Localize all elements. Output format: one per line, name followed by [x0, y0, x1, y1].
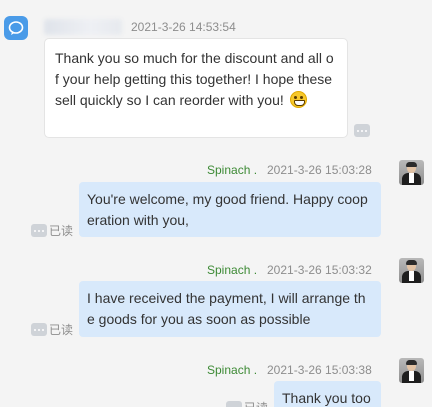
read-receipt: 已读: [226, 399, 268, 407]
incoming-message-bubble[interactable]: Thank you so much for the discount and a…: [44, 38, 348, 138]
outgoing-message-text: You're welcome, my good friend. Happy co…: [87, 191, 368, 228]
message-timestamp: 2021-3-26 15:03:32: [267, 263, 372, 277]
incoming-timestamp: 2021-3-26 14:53:54: [131, 20, 236, 34]
read-receipt: 已读: [31, 222, 73, 239]
sender-name: Spinach .: [207, 163, 258, 177]
outgoing-message-bubble[interactable]: I have received the payment, I will arra…: [79, 281, 381, 337]
read-receipt: 已读: [31, 321, 73, 338]
outgoing-message-text: I have received the payment, I will arra…: [87, 290, 366, 327]
seller-avatar[interactable]: [399, 258, 424, 283]
customer-name-redacted: [44, 19, 122, 35]
more-options-icon[interactable]: [354, 124, 370, 137]
seller-avatar[interactable]: [399, 358, 424, 383]
message-timestamp: 2021-3-26 15:03:28: [267, 163, 372, 177]
message-timestamp: 2021-3-26 15:03:38: [267, 363, 372, 377]
grinning-face-emoji: [289, 91, 307, 108]
sender-name: Spinach .: [207, 363, 258, 377]
seller-avatar[interactable]: [399, 160, 424, 185]
more-options-icon[interactable]: [31, 323, 47, 336]
more-options-icon[interactable]: [31, 224, 47, 237]
chat-window: 2021-3-26 14:53:54 Thank you so much for…: [0, 0, 432, 407]
customer-avatar[interactable]: [4, 16, 28, 40]
sender-name: Spinach .: [207, 263, 258, 277]
read-status-label: 已读: [244, 399, 268, 407]
outgoing-message-bubble[interactable]: You're welcome, my good friend. Happy co…: [79, 182, 381, 237]
chat-bubble-icon: [8, 21, 24, 35]
outgoing-message-bubble[interactable]: Thank you too: [274, 381, 381, 407]
outgoing-message-text: Thank you too: [282, 390, 371, 406]
read-status-label: 已读: [49, 323, 74, 337]
read-status-label: 已读: [49, 224, 74, 238]
more-options-icon[interactable]: [226, 401, 242, 407]
